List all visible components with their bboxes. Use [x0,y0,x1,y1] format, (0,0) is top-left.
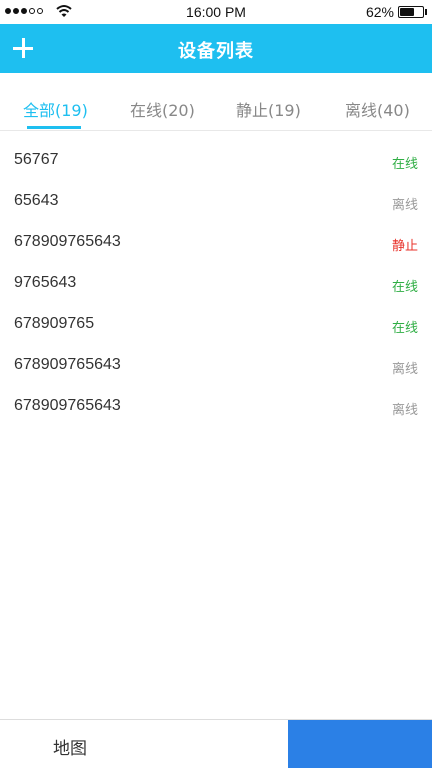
device-id: 56767 [14,151,59,168]
device-id: 678909765643 [14,356,121,373]
device-status: 静止 [391,239,418,254]
list-item[interactable]: 9765643 在线 [0,263,432,304]
device-status: 在线 [391,321,418,336]
list-item[interactable]: 65643 离线 [0,181,432,222]
device-id: 9765643 [14,274,77,291]
device-status: 在线 [391,280,418,295]
list-item[interactable]: 678909765643 离线 [0,386,432,427]
device-status: 离线 [391,403,418,418]
device-id: 678909765 [14,315,95,332]
battery-fill [400,8,414,16]
tab-stationary[interactable]: 静止(19) [236,97,301,121]
tab-offline[interactable]: 离线(40) [345,97,410,121]
battery-icon [398,6,424,18]
list-item[interactable]: 56767 在线 [0,140,432,181]
device-id: 678909765643 [14,233,121,250]
bottom-nav: 地图 [0,719,432,768]
status-bar: 16:00 PM 62% [0,0,432,24]
tab-all[interactable]: 全部(19) [23,97,88,121]
list-item[interactable]: 678909765 在线 [0,304,432,345]
tab-online[interactable]: 在线(20) [130,97,195,121]
device-status: 离线 [391,362,418,377]
battery-percentage: 62% [365,4,394,20]
device-id: 678909765643 [14,397,121,414]
battery-tip [425,9,427,15]
active-tab-indicator [27,126,81,129]
device-status: 离线 [391,198,418,213]
device-id: 65643 [14,192,59,209]
app-header: 设备列表 [0,24,432,73]
page-title: 设备列表 [178,41,254,62]
device-status: 在线 [391,157,418,172]
device-list: 56767 在线 65643 离线 678909765643 静止 976564… [0,140,432,427]
list-item[interactable]: 678909765643 静止 [0,222,432,263]
list-item[interactable]: 678909765643 离线 [0,345,432,386]
nav-active-tab[interactable] [288,720,432,768]
nav-map[interactable]: 地图 [53,734,87,759]
status-tabs: 全部(19) 在线(20) 静止(19) 离线(40) [0,73,432,131]
